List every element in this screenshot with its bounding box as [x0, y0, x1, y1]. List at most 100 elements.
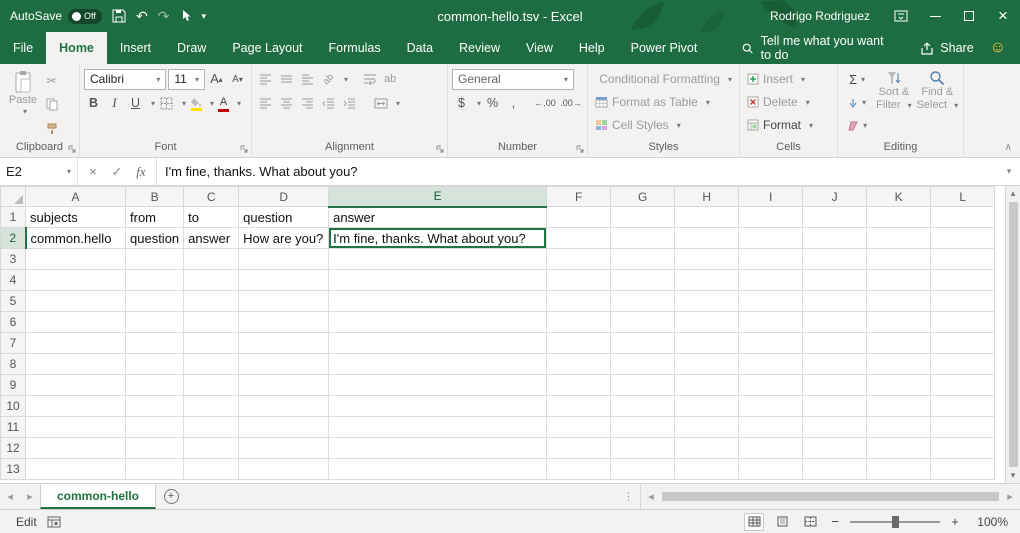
- alignment-dialog-launcher-icon[interactable]: [435, 144, 445, 154]
- cut-icon[interactable]: ✂: [42, 70, 61, 91]
- cell-I7[interactable]: [739, 333, 803, 354]
- cell-H1[interactable]: [675, 207, 739, 228]
- cell-G5[interactable]: [611, 291, 675, 312]
- increase-decimal-icon[interactable]: ←.00: [533, 93, 557, 114]
- cell-J3[interactable]: [803, 249, 867, 270]
- cell-K13[interactable]: [867, 459, 931, 480]
- wrap-text-icon[interactable]: [360, 69, 379, 90]
- underline-button[interactable]: U: [126, 93, 145, 114]
- cell-J5[interactable]: [803, 291, 867, 312]
- cell-E1[interactable]: answer: [329, 207, 547, 228]
- cell-H12[interactable]: [675, 438, 739, 459]
- cell-L11[interactable]: [931, 417, 995, 438]
- number-dialog-launcher-icon[interactable]: [575, 144, 585, 154]
- cell-I9[interactable]: [739, 375, 803, 396]
- row-header-5[interactable]: 5: [1, 291, 26, 312]
- comma-format-icon[interactable]: ,: [504, 93, 523, 114]
- enter-entry-icon[interactable]: ✓: [106, 164, 128, 180]
- cell-L8[interactable]: [931, 354, 995, 375]
- increase-font-size-icon[interactable]: A▴: [207, 69, 226, 90]
- cell-I10[interactable]: [739, 396, 803, 417]
- tab-home[interactable]: Home: [46, 32, 107, 64]
- cell-H4[interactable]: [675, 270, 739, 291]
- cell-K10[interactable]: [867, 396, 931, 417]
- fill-button[interactable]: ▾: [842, 92, 872, 113]
- cell-F10[interactable]: [547, 396, 611, 417]
- column-header-H[interactable]: H: [675, 187, 739, 207]
- cell-A11[interactable]: [26, 417, 126, 438]
- paste-button[interactable]: Paste ▾: [4, 67, 42, 140]
- minimize-button[interactable]: [918, 0, 952, 32]
- cell-L5[interactable]: [931, 291, 995, 312]
- zoom-out-icon[interactable]: −: [828, 514, 842, 529]
- row-header-7[interactable]: 7: [1, 333, 26, 354]
- orientation-caret-icon[interactable]: ▾: [344, 75, 348, 84]
- cell-H7[interactable]: [675, 333, 739, 354]
- scroll-right-icon[interactable]: ▸: [1000, 490, 1020, 503]
- cell-B5[interactable]: [126, 291, 184, 312]
- cell-I2[interactable]: [739, 228, 803, 249]
- font-size-select[interactable]: 11▾: [168, 69, 205, 90]
- vertical-scrollbar[interactable]: ▴ ▾: [1005, 186, 1020, 483]
- cell-B9[interactable]: [126, 375, 184, 396]
- cell-C7[interactable]: [184, 333, 239, 354]
- align-top-icon[interactable]: [256, 69, 275, 90]
- clear-button[interactable]: ▾: [842, 115, 872, 136]
- cell-J1[interactable]: [803, 207, 867, 228]
- close-button[interactable]: ×: [986, 0, 1020, 32]
- cell-H5[interactable]: [675, 291, 739, 312]
- cell-B6[interactable]: [126, 312, 184, 333]
- cell-C12[interactable]: [184, 438, 239, 459]
- row-header-9[interactable]: 9: [1, 375, 26, 396]
- cell-L6[interactable]: [931, 312, 995, 333]
- tell-me-box[interactable]: Tell me what you want to do: [728, 32, 908, 64]
- row-header-4[interactable]: 4: [1, 270, 26, 291]
- cell-B1[interactable]: from: [126, 207, 184, 228]
- cell-K9[interactable]: [867, 375, 931, 396]
- cell-J8[interactable]: [803, 354, 867, 375]
- cell-F12[interactable]: [547, 438, 611, 459]
- cell-E8[interactable]: [329, 354, 547, 375]
- cell-A3[interactable]: [26, 249, 126, 270]
- cell-J6[interactable]: [803, 312, 867, 333]
- cell-J11[interactable]: [803, 417, 867, 438]
- cell-A7[interactable]: [26, 333, 126, 354]
- cell-G9[interactable]: [611, 375, 675, 396]
- merge-center-icon[interactable]: [371, 93, 390, 114]
- tab-data[interactable]: Data: [394, 32, 446, 64]
- cell-F6[interactable]: [547, 312, 611, 333]
- cell-K2[interactable]: [867, 228, 931, 249]
- insert-cells-button[interactable]: Insert ▾: [744, 68, 833, 90]
- cell-D9[interactable]: [239, 375, 329, 396]
- cell-H8[interactable]: [675, 354, 739, 375]
- formula-input[interactable]: I'm fine, thanks. What about you?: [157, 158, 998, 185]
- cell-F5[interactable]: [547, 291, 611, 312]
- zoom-slider[interactable]: [850, 521, 940, 523]
- cell-A5[interactable]: [26, 291, 126, 312]
- cell-A8[interactable]: [26, 354, 126, 375]
- ribbon-display-options-icon[interactable]: [884, 0, 918, 32]
- cell-F13[interactable]: [547, 459, 611, 480]
- cell-L2[interactable]: [931, 228, 995, 249]
- cell-L7[interactable]: [931, 333, 995, 354]
- cell-C13[interactable]: [184, 459, 239, 480]
- row-header-3[interactable]: 3: [1, 249, 26, 270]
- cell-J7[interactable]: [803, 333, 867, 354]
- cell-B13[interactable]: [126, 459, 184, 480]
- cell-E7[interactable]: [329, 333, 547, 354]
- cell-E2[interactable]: I'm fine, thanks. What about you?: [329, 228, 547, 249]
- copy-icon[interactable]: [42, 94, 61, 115]
- italic-button[interactable]: I: [105, 93, 124, 114]
- cell-D5[interactable]: [239, 291, 329, 312]
- cell-C3[interactable]: [184, 249, 239, 270]
- cell-K11[interactable]: [867, 417, 931, 438]
- cell-I11[interactable]: [739, 417, 803, 438]
- scroll-down-icon[interactable]: ▾: [1011, 468, 1016, 483]
- insert-function-icon[interactable]: fx: [130, 164, 152, 180]
- autosave-toggle[interactable]: AutoSave Off: [10, 9, 102, 24]
- borders-icon[interactable]: [157, 93, 176, 114]
- tab-bar-splitter[interactable]: ⋮: [617, 484, 640, 509]
- cell-H11[interactable]: [675, 417, 739, 438]
- cell-B12[interactable]: [126, 438, 184, 459]
- decrease-decimal-icon[interactable]: .00→: [559, 93, 583, 114]
